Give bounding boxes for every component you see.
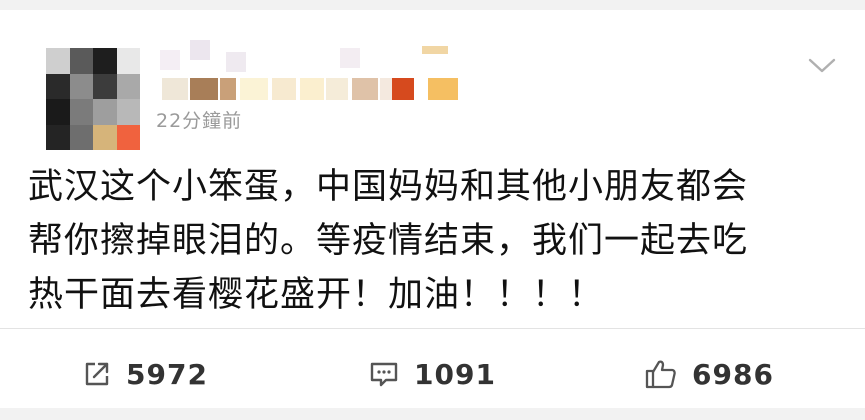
repost-count: 5972 <box>126 357 208 391</box>
post-actions-bar: 5972 1091 6986 <box>0 344 865 404</box>
comment-button[interactable]: 1091 <box>368 344 496 404</box>
divider <box>0 328 865 329</box>
share-icon <box>82 359 112 389</box>
thumbs-up-icon <box>644 358 678 390</box>
chevron-down-icon[interactable] <box>807 50 837 80</box>
comment-count: 1091 <box>414 357 496 391</box>
post-text-line: 帮你擦掉眼泪的。等疫情结束，我们一起去吃 <box>28 221 749 261</box>
comment-icon <box>368 359 400 389</box>
post-text-line: 热干面去看樱花盛开！加油！！！！ <box>28 275 605 315</box>
weibo-post-card: 22分鐘前 武汉这个小笨蛋，中国妈妈和其他小朋友都会 帮你擦掉眼泪的。等疫情结束… <box>0 10 865 408</box>
username-blurred[interactable] <box>160 40 470 106</box>
like-button[interactable]: 6986 <box>644 344 774 404</box>
repost-button[interactable]: 5972 <box>82 344 208 404</box>
post-text: 武汉这个小笨蛋，中国妈妈和其他小朋友都会 帮你擦掉眼泪的。等疫情结束，我们一起去… <box>28 160 848 322</box>
post-timestamp: 22分鐘前 <box>156 110 243 132</box>
avatar[interactable] <box>46 48 140 150</box>
post-text-line: 武汉这个小笨蛋，中国妈妈和其他小朋友都会 <box>28 167 749 207</box>
like-count: 6986 <box>692 357 774 391</box>
